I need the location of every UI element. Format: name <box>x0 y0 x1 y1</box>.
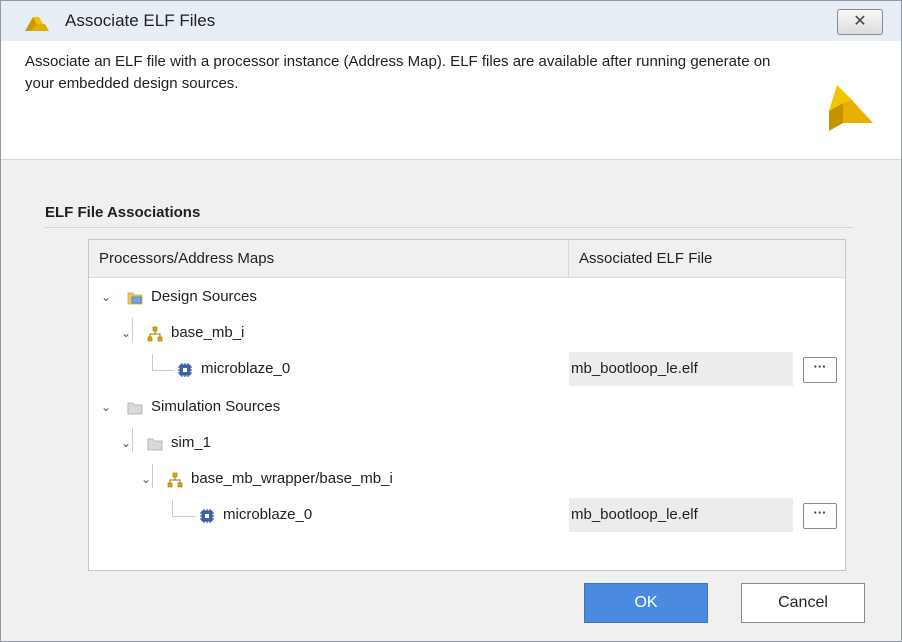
tree-label: Simulation Sources <box>151 398 281 415</box>
tree-row-simulation-sources[interactable]: ⌄ Simulation Sources <box>89 390 845 426</box>
browse-elf-button[interactable]: ··· <box>803 503 837 529</box>
tree-row-design-sources[interactable]: ⌄ Design Sources <box>89 280 845 316</box>
cancel-button[interactable]: Cancel <box>741 583 865 623</box>
design-sources-folder-icon <box>127 292 143 305</box>
associate-elf-dialog: Associate ELF Files ✕ Associate an ELF f… <box>0 0 902 642</box>
tree-row-base-mb-wrapper[interactable]: ⌄ base_mb_wrapper/base_mb_i <box>89 462 845 498</box>
tree-row-base-mb-i[interactable]: ⌄ base_mb_i <box>89 316 845 352</box>
tree-row-sim-1[interactable]: ⌄ sim_1 <box>89 426 845 462</box>
tree-label: base_mb_wrapper/base_mb_i <box>191 470 393 487</box>
processor-chip-icon <box>200 509 214 523</box>
chevron-down-icon[interactable]: ⌄ <box>101 400 111 414</box>
section-divider <box>45 227 853 228</box>
close-button[interactable]: ✕ <box>837 9 883 35</box>
tree-label: microblaze_0 <box>223 506 313 523</box>
tree-label: sim_1 <box>171 434 212 451</box>
block-design-icon <box>167 472 183 488</box>
chevron-down-icon[interactable]: ⌄ <box>121 436 131 450</box>
tree-row-microblaze-0[interactable]: microblaze_0 mb_bootloop_le.elf ··· <box>89 352 845 388</box>
folder-icon <box>127 402 143 415</box>
header-description: Associate an ELF file with a processor i… <box>25 53 771 92</box>
chevron-down-icon[interactable]: ⌄ <box>101 290 111 304</box>
title-bar: Associate ELF Files ✕ <box>1 1 901 41</box>
folder-icon <box>147 438 163 451</box>
block-design-icon <box>147 326 163 342</box>
chevron-down-icon[interactable]: ⌄ <box>121 326 131 340</box>
tree-label: microblaze_0 <box>201 360 291 377</box>
tree-label: base_mb_i <box>171 324 245 341</box>
elf-file-cell[interactable]: mb_bootloop_le.elf <box>569 498 793 532</box>
tree-row-microblaze-0-sim[interactable]: microblaze_0 mb_bootloop_le.elf ··· <box>89 498 845 534</box>
vivado-logo-icon <box>829 85 873 131</box>
column-header-elf-file[interactable]: Associated ELF File <box>569 240 845 278</box>
elf-associations-table: Processors/Address Maps Associated ELF F… <box>88 239 846 571</box>
window-title: Associate ELF Files <box>65 11 216 30</box>
elf-file-cell[interactable]: mb_bootloop_le.elf <box>569 352 793 386</box>
ok-button[interactable]: OK <box>584 583 708 623</box>
section-title: ELF File Associations <box>45 204 201 221</box>
column-header-processors[interactable]: Processors/Address Maps <box>89 240 569 278</box>
processor-chip-icon <box>178 363 192 377</box>
chevron-down-icon[interactable]: ⌄ <box>141 472 151 486</box>
tree-label: Design Sources <box>151 288 257 305</box>
browse-elf-button[interactable]: ··· <box>803 357 837 383</box>
app-logo-icon <box>25 17 49 31</box>
